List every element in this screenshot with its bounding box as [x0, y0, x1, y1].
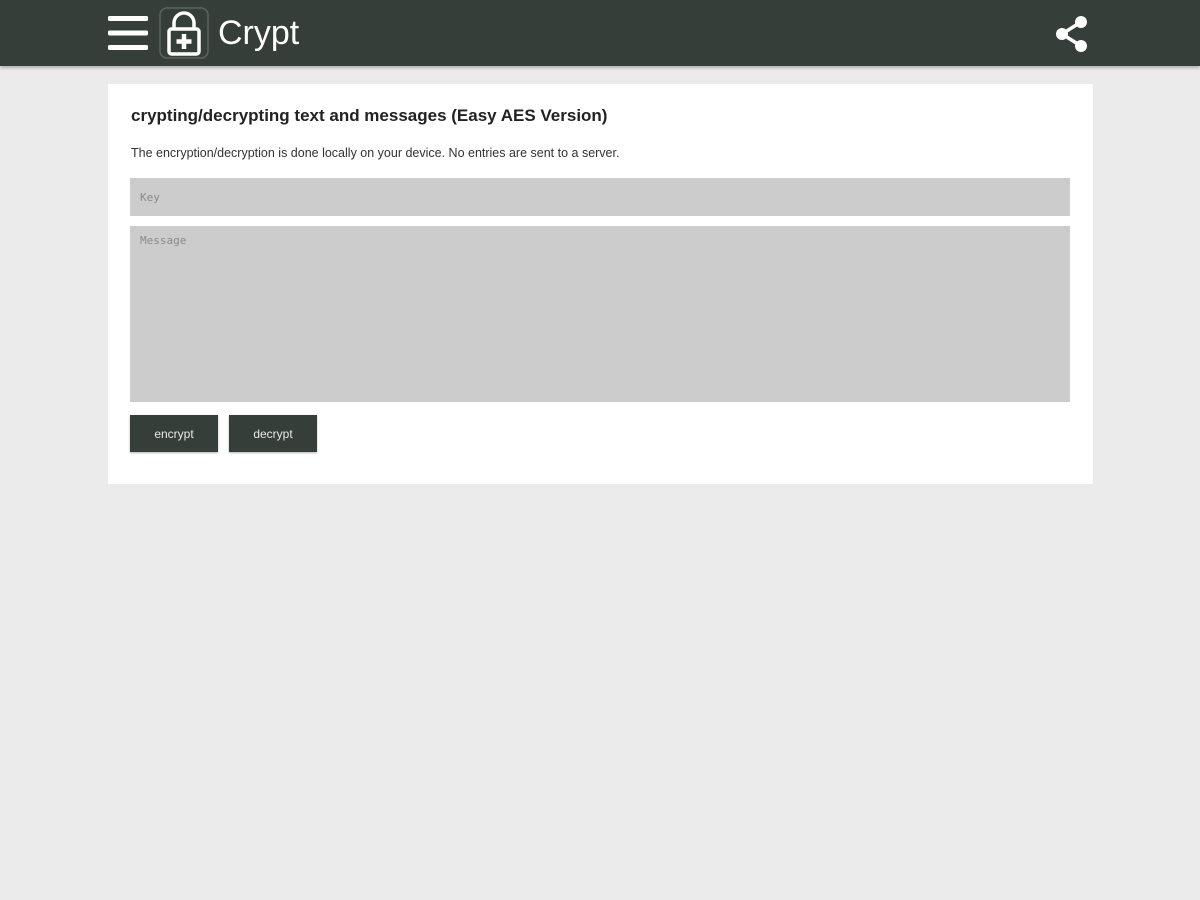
card-description: The encryption/decryption is done locall…: [131, 146, 620, 160]
crypt-form-card: crypting/decrypting text and messages (E…: [108, 84, 1093, 484]
encrypt-button[interactable]: encrypt: [130, 415, 218, 452]
card-title: crypting/decrypting text and messages (E…: [131, 106, 608, 125]
share-icon[interactable]: [1052, 14, 1092, 54]
message-input[interactable]: [130, 226, 1070, 402]
app-title: Crypt: [218, 14, 300, 52]
app-bar: Crypt: [0, 0, 1200, 66]
lock-plus-icon: [158, 6, 210, 60]
key-input[interactable]: [130, 178, 1070, 216]
decrypt-button[interactable]: decrypt: [229, 415, 317, 452]
hamburger-menu-icon[interactable]: [106, 13, 150, 53]
